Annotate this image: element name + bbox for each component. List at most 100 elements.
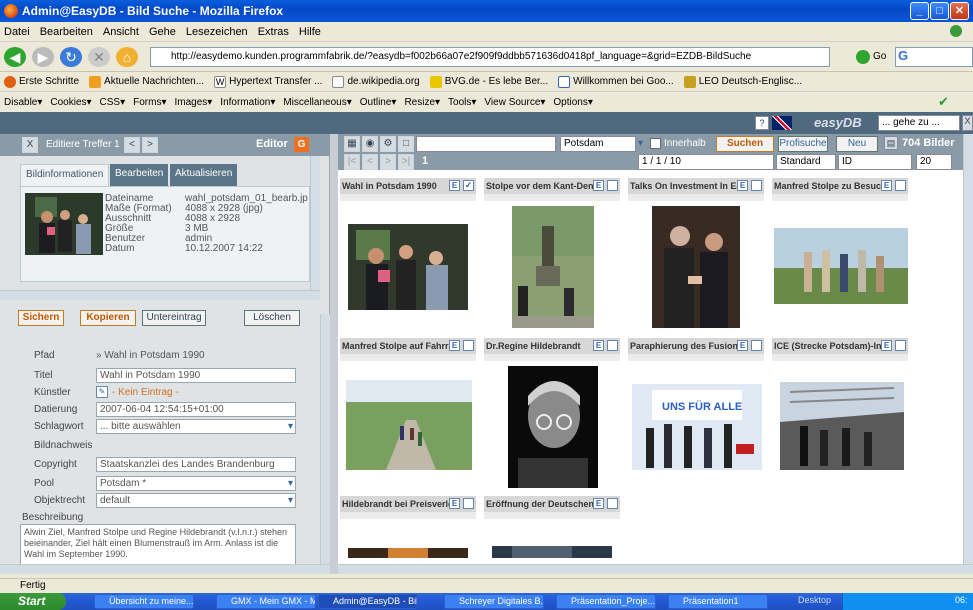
result-image[interactable] <box>508 366 598 488</box>
result-card[interactable]: Stolpe vor dem Kant-Denk E <box>484 178 620 328</box>
menu-gehe[interactable]: Gehe <box>149 26 176 38</box>
select-checkbox[interactable] <box>607 340 618 351</box>
search-query-input[interactable]: Potsdam <box>560 136 636 152</box>
grid-view-icon[interactable]: ▦ <box>344 136 360 152</box>
edit-icon[interactable]: E <box>737 340 748 351</box>
next-page-button[interactable]: > <box>380 154 396 170</box>
select-checkbox[interactable] <box>463 340 474 351</box>
close-editor-icon[interactable]: X <box>22 137 38 153</box>
result-card[interactable]: Dr.Regine Hildebrandt E <box>484 338 620 488</box>
rights-select[interactable]: default <box>96 493 296 508</box>
within-checkbox[interactable] <box>650 138 661 149</box>
delete-button[interactable]: Löschen <box>244 310 300 326</box>
menu-extras[interactable]: Extras <box>258 26 289 38</box>
maximize-button[interactable]: □ <box>930 2 949 20</box>
url-bar[interactable]: http://easydemo.kunden.programmfabrik.de… <box>150 47 830 67</box>
menu-hilfe[interactable]: Hilfe <box>299 26 321 38</box>
taskbar-item[interactable]: Übersicht zu meine... <box>94 594 194 609</box>
edit-icon[interactable]: E <box>737 180 748 191</box>
result-card[interactable]: Talks On Investment In Ea E <box>628 178 764 328</box>
pool-select[interactable]: Potsdam * <box>96 476 296 491</box>
result-image[interactable] <box>348 548 468 558</box>
result-card[interactable]: Manfred Stolpe auf Fahrra E <box>340 338 476 488</box>
dev-view-source[interactable]: View Source▾ <box>484 97 545 108</box>
select-checkbox[interactable] <box>607 180 618 191</box>
bookmark-item[interactable]: Erste Schritte <box>4 75 79 88</box>
first-page-button[interactable]: |< <box>344 154 360 170</box>
dev-css[interactable]: CSS▾ <box>100 97 126 108</box>
select-checkbox[interactable] <box>895 180 906 191</box>
edit-icon[interactable]: E <box>449 180 460 191</box>
menu-ansicht[interactable]: Ansicht <box>103 26 139 38</box>
editor-g-icon[interactable]: G <box>294 137 309 152</box>
dev-images[interactable]: Images▾ <box>174 97 212 108</box>
result-image[interactable]: UNS FÜR ALLE <box>632 384 762 470</box>
result-image[interactable] <box>492 546 612 558</box>
info-hscrollbar[interactable] <box>0 290 320 300</box>
search-button[interactable]: Suchen <box>716 136 774 152</box>
menu-datei[interactable]: Datei <box>4 26 30 38</box>
edit-icon[interactable]: E <box>881 340 892 351</box>
result-card[interactable]: Hildebrandt bei Preisverle E <box>340 496 476 558</box>
form-hscrollbar[interactable] <box>0 564 330 574</box>
search-input[interactable]: G <box>895 47 973 67</box>
dev-forms[interactable]: Forms▾ <box>133 97 166 108</box>
title-field[interactable]: Wahl in Potsdam 1990 <box>96 368 296 383</box>
dev-outline[interactable]: Outline▾ <box>360 97 397 108</box>
dev-options[interactable]: Options▾ <box>553 97 592 108</box>
new-button[interactable]: Neu <box>836 136 878 152</box>
result-card[interactable]: Paraphierung des Fusions E UNS FÜR ALLE <box>628 338 764 488</box>
dev-disable[interactable]: Disable▾ <box>4 97 42 108</box>
go-label[interactable]: Go <box>873 51 886 62</box>
forward-icon[interactable]: ▶ <box>32 47 54 67</box>
edit-icon[interactable]: E <box>593 340 604 351</box>
close-button[interactable]: ✕ <box>950 2 969 20</box>
settings-icon[interactable]: ⚙ <box>380 136 396 152</box>
advanced-search-button[interactable]: Profisuche <box>778 136 828 152</box>
form-scrollbar[interactable] <box>320 314 330 564</box>
result-image[interactable] <box>348 224 468 310</box>
bookmark-item[interactable]: Willkommen bei Goo... <box>558 75 674 88</box>
help-icon[interactable]: ? <box>755 116 769 130</box>
sub-entry-button[interactable]: Untereintrag <box>142 310 206 326</box>
edit-icon[interactable]: E <box>593 498 604 509</box>
date-field[interactable]: 2007-06-04 12:54:15+01:00 <box>96 402 296 417</box>
goto-select[interactable]: ... gehe zu ... <box>878 115 960 131</box>
select-checkbox[interactable]: ✓ <box>463 180 474 191</box>
dev-cookies[interactable]: Cookies▾ <box>50 97 91 108</box>
description-field[interactable]: Alwin Ziel, Manfred Stolpe und Regine Hi… <box>20 524 296 566</box>
go-icon[interactable] <box>856 50 870 64</box>
page-info-select[interactable]: 1 / 1 / 10 <box>638 154 774 170</box>
taskbar-item[interactable]: Präsentation_Proje... <box>556 594 656 609</box>
result-image[interactable] <box>512 206 594 328</box>
results-scrollbar[interactable] <box>963 134 973 564</box>
tab-bearbeiten[interactable]: Bearbeiten <box>110 164 169 186</box>
close-icon[interactable]: X <box>962 115 973 131</box>
panel-splitter[interactable] <box>330 134 338 574</box>
home-icon[interactable]: ⌂ <box>116 47 138 67</box>
edit-icon[interactable]: E <box>449 498 460 509</box>
prev-hit-button[interactable]: < <box>124 137 140 153</box>
artist-edit-icon[interactable]: ✎ <box>96 386 108 398</box>
taskbar-item[interactable]: Präsentation1 <box>668 594 768 609</box>
result-image[interactable] <box>780 382 904 470</box>
dev-information[interactable]: Information▾ <box>220 97 275 108</box>
save-button[interactable]: Sichern <box>18 310 64 326</box>
select-checkbox[interactable] <box>463 498 474 509</box>
tab-bildinformationen[interactable]: Bildinformationen <box>20 164 110 186</box>
select-checkbox[interactable] <box>751 340 762 351</box>
result-card[interactable]: ICE (Strecke Potsdam)-Inb E <box>772 338 908 488</box>
chevron-down-icon[interactable]: ▾ <box>638 138 648 150</box>
results-hscrollbar[interactable] <box>338 564 973 574</box>
select-checkbox[interactable] <box>607 498 618 509</box>
last-page-button[interactable]: >| <box>398 154 414 170</box>
tab-aktualisieren[interactable]: Aktualisieren <box>170 164 238 186</box>
result-image[interactable] <box>652 206 740 328</box>
stop-icon[interactable]: ✕ <box>88 47 110 67</box>
prev-page-button[interactable]: < <box>362 154 378 170</box>
result-card[interactable]: Eröffnung der Deutschen E <box>484 496 620 558</box>
bookmark-item[interactable]: Aktuelle Nachrichten... <box>89 75 204 88</box>
result-card[interactable]: Manfred Stolpe zu Besuch E <box>772 178 908 328</box>
result-card[interactable]: Wahl in Potsdam 1990 E ✓ <box>340 178 476 328</box>
select-checkbox[interactable] <box>751 180 762 191</box>
